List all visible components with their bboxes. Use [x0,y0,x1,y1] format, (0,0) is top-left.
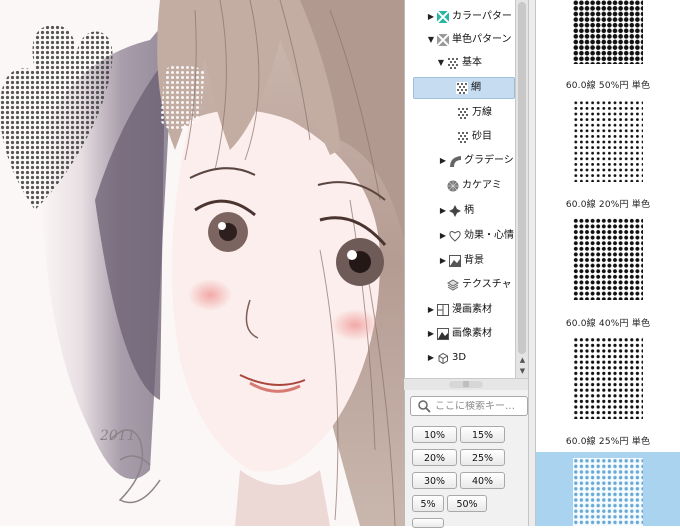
percent-button-40[interactable]: 40% [460,472,505,489]
percent-button-50[interactable]: 50% [447,495,487,512]
kakeami-icon [447,180,459,192]
image-material-icon [437,328,449,340]
scroll-down-arrow-icon[interactable]: ▼ [517,366,528,376]
manga-material-icon [437,304,449,316]
scroll-up-arrow-icon[interactable]: ▲ [517,355,528,365]
percent-button-15[interactable]: 15% [460,426,505,443]
tree-item-label: テクスチャ [462,279,512,290]
pattern-label: 60.0線 50%円 単色 [565,81,651,91]
expand-arrow-icon[interactable]: ▶ [439,250,447,272]
scrollbar-thumb[interactable] [518,2,526,354]
tree-item-label: カケアミ [462,180,502,191]
expand-arrow-icon[interactable]: ▶ [439,150,447,172]
dot-tone-icon [457,131,469,143]
illustration-canvas[interactable]: 2011 [0,0,404,526]
tree-item-label: 柄 [464,205,474,216]
tree-item-halftone-dots[interactable]: 網 [413,77,515,99]
pattern-swatch-50[interactable] [573,0,643,64]
tree-item-pattern[interactable]: ▶ 柄 [439,200,474,222]
tree-item-label: 画像素材 [452,328,492,339]
dot-tone-icon [457,107,469,119]
tree-item-label: 万線 [472,107,492,118]
pattern-swatch-20[interactable] [573,100,643,182]
collapse-arrow-icon[interactable]: ▼ [437,52,445,74]
percent-button-25[interactable]: 25% [460,449,505,466]
expand-arrow-icon[interactable]: ▶ [427,6,435,28]
expand-arrow-icon[interactable]: ▶ [427,323,435,345]
heart-icon [449,231,461,242]
percent-button-partial[interactable] [412,518,444,528]
expand-arrow-icon[interactable]: ▶ [427,347,435,369]
expand-arrow-icon[interactable]: ▶ [427,299,435,321]
tree-item-mono-pattern[interactable]: ▼ 単色パターン [427,29,512,51]
tree-item-basic[interactable]: ▼ 基本 [437,52,482,74]
percent-button-10[interactable]: 10% [412,426,457,443]
tree-item-label: 3D [452,352,467,363]
gradation-icon [450,156,461,167]
tree-item-label: 基本 [462,57,482,68]
tree-vertical-scrollbar[interactable]: ▲ ▼ [515,0,529,378]
color-pattern-icon [437,11,449,23]
pattern-label: 60.0線 20%円 単色 [565,200,651,210]
search-input[interactable] [435,400,525,412]
dot-tone-icon [447,57,459,69]
panel-splitter[interactable] [528,0,536,526]
tree-item-sand-tone[interactable]: 砂目 [457,126,492,148]
tree-item-kakeami[interactable]: カケアミ [447,175,502,197]
tree-item-effect-emotion[interactable]: ▶ 効果・心情 [439,225,514,247]
mono-pattern-icon [437,34,449,46]
pattern-item-selected[interactable] [536,452,680,526]
pattern-swatch-selected [573,458,643,526]
tree-item-label: カラーパター [452,11,512,22]
tree-item-image-material[interactable]: ▶ 画像素材 [427,323,492,345]
signature-year: 2011 [99,428,136,444]
background-icon [449,255,461,267]
manga-girl-illustration: 2011 [0,0,404,526]
material-preview-list: 60.0線 50%円 単色 60.0線 20%円 単色 60.0線 40%円 単… [536,0,680,526]
tree-item-3d[interactable]: ▶ 3D [427,347,466,369]
percent-button-30[interactable]: 30% [412,472,457,489]
pattern-swatch-25[interactable] [573,337,643,419]
pattern-icon [449,205,461,217]
expand-arrow-icon[interactable]: ▶ [439,225,447,247]
material-tree-panel: ▶ カラーパター ▼ 単色パターン ▼ 基本 網 万線 砂目 ▶ グラデーシ カ… [404,0,529,378]
dot-tone-icon [456,82,468,94]
scrollbar-grip-icon[interactable]: ||| [449,381,483,388]
tree-item-color-pattern[interactable]: ▶ カラーパター [427,6,512,28]
tree-item-label: 砂目 [472,131,492,142]
pattern-label: 60.0線 25%円 単色 [565,437,651,447]
percent-button-5[interactable]: 5% [412,495,444,512]
tree-item-gradation[interactable]: ▶ グラデーシ [439,150,514,172]
pattern-label: 60.0線 40%円 単色 [565,319,651,329]
tree-item-manga-material[interactable]: ▶ 漫画素材 [427,299,492,321]
tree-item-label: 効果・心情 [464,230,514,241]
pattern-swatch-40[interactable] [573,218,643,300]
tree-item-label: 背景 [464,255,484,266]
tree-item-label: グラデーシ [464,155,514,166]
tree-item-texture[interactable]: テクスチャ [447,274,512,296]
percent-button-20[interactable]: 20% [412,449,457,466]
tree-item-label: 漫画素材 [452,304,492,315]
cube-3d-icon [438,352,448,364]
collapse-arrow-icon[interactable]: ▼ [427,29,435,51]
tree-item-line-tone[interactable]: 万線 [457,102,492,124]
search-icon [418,400,431,413]
material-search-box[interactable] [410,396,528,416]
tree-item-background[interactable]: ▶ 背景 [439,250,484,272]
expand-arrow-icon[interactable]: ▶ [439,200,447,222]
texture-icon [447,279,459,291]
tree-item-label: 単色パターン [452,34,512,45]
tree-item-label: 網 [471,82,481,93]
